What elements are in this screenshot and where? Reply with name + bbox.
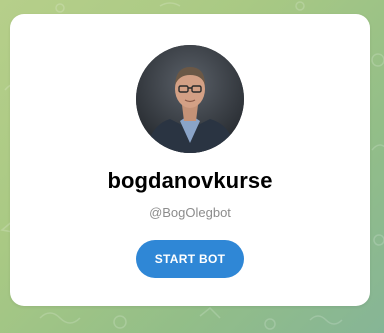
bot-profile-card: bogdanovkurse @BogOlegbot START BOT [10, 14, 370, 306]
start-bot-button[interactable]: START BOT [136, 240, 244, 278]
bot-avatar[interactable] [136, 45, 244, 153]
bot-avatar-photo-icon [136, 45, 244, 153]
bot-username: @BogOlegbot [149, 205, 231, 220]
bot-name: bogdanovkurse [107, 168, 273, 193]
